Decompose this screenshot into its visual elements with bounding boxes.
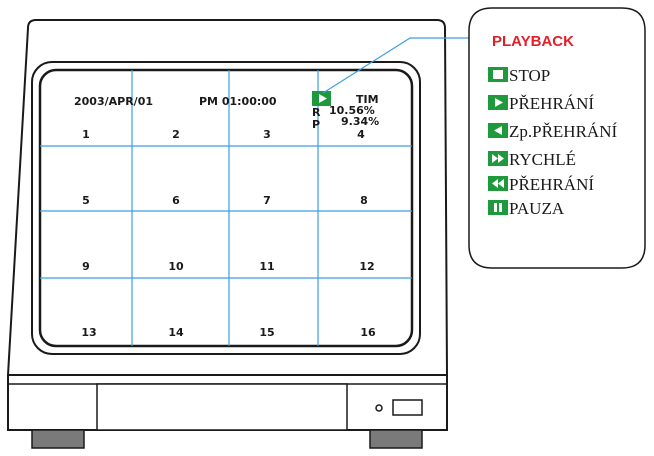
osd-date: 2003/APR/01 xyxy=(74,95,153,108)
fast-forward-icon xyxy=(488,151,508,166)
osd-time: PM 01:00:00 xyxy=(199,95,277,108)
legend-item-label: PAUZA xyxy=(509,199,565,218)
legend-item-label: RYCHLÉ xyxy=(509,150,576,169)
channel-number: 12 xyxy=(359,260,374,273)
channel-number: 14 xyxy=(168,326,184,339)
stop-icon xyxy=(488,67,508,82)
left-foot xyxy=(31,429,85,449)
channel-number: 10 xyxy=(168,260,184,273)
channel-number: 3 xyxy=(263,128,271,141)
osd-p-label: P xyxy=(312,118,320,131)
monitor xyxy=(6,19,449,449)
channel-number: 13 xyxy=(81,326,96,339)
channel-number: 4 xyxy=(357,128,365,141)
base-panel xyxy=(96,383,348,431)
channel-number: 9 xyxy=(82,260,90,273)
channel-number: 15 xyxy=(259,326,274,339)
play-icon xyxy=(488,95,508,110)
power-button[interactable] xyxy=(392,399,423,416)
channel-number: 11 xyxy=(259,260,274,273)
channel-number: 8 xyxy=(360,194,368,207)
osd-p-value: 9.34% xyxy=(341,115,379,128)
power-led xyxy=(375,404,383,412)
channel-number: 1 xyxy=(82,128,90,141)
legend-item-label: PŘEHRÁNÍ xyxy=(509,94,594,113)
channel-number: 7 xyxy=(263,194,271,207)
rewind-icon xyxy=(488,176,508,191)
channel-number: 6 xyxy=(172,194,180,207)
right-foot xyxy=(369,429,423,449)
legend-item-label: PŘEHRÁNÍ xyxy=(509,175,594,194)
channel-number: 16 xyxy=(360,326,376,339)
dvr-monitor-diagram: 2003/APR/01 PM 01:00:00 TIM R 10.56% P 9… xyxy=(6,7,646,449)
channel-number: 5 xyxy=(82,194,90,207)
pause-icon xyxy=(488,200,508,215)
legend-item-label: Zp.PŘEHRÁNÍ xyxy=(509,122,617,141)
channel-number: 2 xyxy=(172,128,180,141)
legend-title: PLAYBACK xyxy=(492,33,574,50)
legend-item-label: STOP xyxy=(509,66,550,85)
playback-legend: PLAYBACK STOP PŘEHRÁNÍ Zp.PŘEHRÁNÍ RYCHL… xyxy=(468,7,646,269)
reverse-play-icon xyxy=(488,123,508,138)
